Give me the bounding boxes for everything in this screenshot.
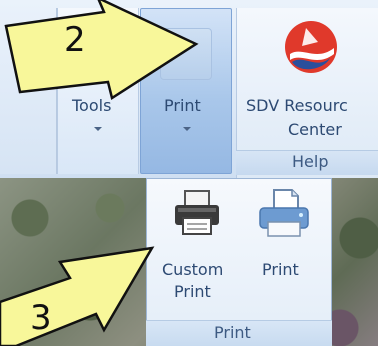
tools-chevron-down-icon — [94, 127, 102, 131]
annotation-arrow-2 — [4, 0, 199, 100]
printer-quick-icon — [259, 189, 309, 237]
help-group-label: Help — [292, 152, 329, 171]
sdv-label-line2: Center — [288, 120, 342, 139]
print-button[interactable]: Print — [244, 184, 324, 318]
custom-print-button[interactable]: Custom Print — [150, 184, 242, 318]
print-chevron-down-icon — [183, 127, 191, 131]
custom-print-label-line1: Custom — [162, 260, 224, 279]
annotation-arrow-3 — [0, 246, 155, 346]
print-group-label: Print — [214, 323, 251, 342]
printer-icon — [175, 190, 219, 235]
sdv-label-line1: SDV Resourc — [246, 96, 348, 115]
annotation-number-3: 3 — [30, 298, 52, 338]
sdv-logo-icon — [285, 21, 337, 73]
custom-print-label-line2: Print — [174, 282, 211, 301]
print-quick-label: Print — [262, 260, 299, 279]
annotation-number-2: 2 — [64, 20, 86, 60]
sdv-resource-center-button[interactable]: SDV Resourc Center — [238, 10, 378, 150]
